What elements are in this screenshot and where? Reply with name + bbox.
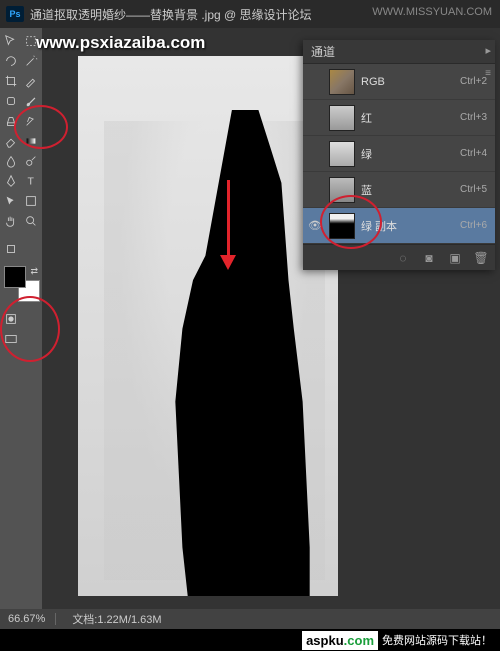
history-brush-tool[interactable] <box>22 112 40 130</box>
channel-green-copy[interactable]: 👁 绿 副本 Ctrl+6 <box>303 208 495 244</box>
watermark-logo: aspku.com <box>302 631 378 650</box>
brush-tool[interactable] <box>22 92 40 110</box>
channel-shortcut: Ctrl+6 <box>460 220 487 231</box>
lasso-tool[interactable] <box>2 52 20 70</box>
watermark-text: 免费网站源码下载站！ <box>382 632 492 648</box>
watermark-url: www.psxiazaiba.com <box>36 33 205 53</box>
channel-thumbnail <box>329 105 355 131</box>
channel-name: 绿 <box>361 146 460 162</box>
move-tool[interactable] <box>2 32 20 50</box>
visibility-toggle-icon[interactable]: 👁 <box>307 219 323 232</box>
blur-tool[interactable] <box>2 152 20 170</box>
type-tool[interactable]: T <box>22 172 40 190</box>
channel-thumbnail <box>329 141 355 167</box>
channel-thumbnail <box>329 177 355 203</box>
channel-name: RGB <box>361 76 460 88</box>
channels-panel-footer: ◌ ◙ ▣ 🗑 <box>303 244 495 270</box>
screen-mode-tool[interactable] <box>2 330 20 348</box>
channel-shortcut: Ctrl+3 <box>460 112 487 123</box>
channel-blue[interactable]: 蓝 Ctrl+5 <box>303 172 495 208</box>
swap-colors-icon[interactable]: ⇄ <box>30 266 38 277</box>
hand-tool[interactable] <box>2 212 20 230</box>
canvas-image <box>78 56 338 596</box>
channel-thumbnail <box>329 213 355 239</box>
document-info[interactable]: 文档:1.22M/1.63M <box>72 611 161 627</box>
svg-text:T: T <box>28 176 35 188</box>
foreground-color-swatch[interactable] <box>4 266 26 288</box>
channel-shortcut: Ctrl+4 <box>460 148 487 159</box>
panel-collapse-icon[interactable]: ▸ <box>485 44 491 57</box>
channel-green[interactable]: 绿 Ctrl+4 <box>303 136 495 172</box>
bottom-watermark: aspku.com 免费网站源码下载站！ <box>0 629 500 651</box>
zoom-level[interactable]: 66.67% <box>8 613 56 625</box>
color-swatch: ⇄ <box>4 266 40 302</box>
new-channel-icon[interactable]: ▣ <box>447 250 463 266</box>
status-bar: 66.67% 文档:1.22M/1.63M <box>0 609 500 629</box>
pen-tool[interactable] <box>2 172 20 190</box>
shape-tool[interactable] <box>22 192 40 210</box>
annotation-arrow <box>218 180 238 270</box>
channel-red[interactable]: 红 Ctrl+3 <box>303 100 495 136</box>
channels-panel-title: 通道 <box>311 43 335 60</box>
magic-wand-tool[interactable] <box>22 52 40 70</box>
eyedropper-tool[interactable] <box>22 72 40 90</box>
channel-name: 红 <box>361 110 460 126</box>
panel-menu-icon[interactable]: ≡ <box>485 68 491 79</box>
document-title: 通道抠取透明婚纱——替换背景 .jpg @ 思缘设计论坛 <box>30 6 312 23</box>
channel-name: 蓝 <box>361 182 460 198</box>
delete-channel-icon[interactable]: 🗑 <box>473 250 489 266</box>
path-selection-tool[interactable] <box>2 192 20 210</box>
channels-panel: ▸ 通道 ≡ RGB Ctrl+2 红 Ctrl+3 绿 Ctrl+4 蓝 Ct… <box>303 40 495 270</box>
channel-name: 绿 副本 <box>361 218 460 234</box>
quick-mask-tool[interactable] <box>2 310 20 328</box>
misc-tool-1[interactable] <box>2 240 20 258</box>
eraser-tool[interactable] <box>2 132 20 150</box>
ps-app-icon: Ps <box>6 6 24 22</box>
channel-thumbnail <box>329 69 355 95</box>
clone-stamp-tool[interactable] <box>2 112 20 130</box>
crop-tool[interactable] <box>2 72 20 90</box>
zoom-tool[interactable] <box>22 212 40 230</box>
tools-panel: T ⇄ <box>0 28 42 608</box>
channel-shortcut: Ctrl+2 <box>460 76 487 87</box>
channel-shortcut: Ctrl+5 <box>460 184 487 195</box>
gradient-tool[interactable] <box>22 132 40 150</box>
save-selection-icon[interactable]: ◙ <box>421 250 437 266</box>
top-right-watermark: WWW.MISSYUAN.COM <box>372 6 492 18</box>
load-selection-icon[interactable]: ◌ <box>395 250 411 266</box>
channel-rgb[interactable]: RGB Ctrl+2 <box>303 64 495 100</box>
healing-brush-tool[interactable] <box>2 92 20 110</box>
channels-panel-header[interactable]: 通道 <box>303 40 495 64</box>
dodge-tool[interactable] <box>22 152 40 170</box>
